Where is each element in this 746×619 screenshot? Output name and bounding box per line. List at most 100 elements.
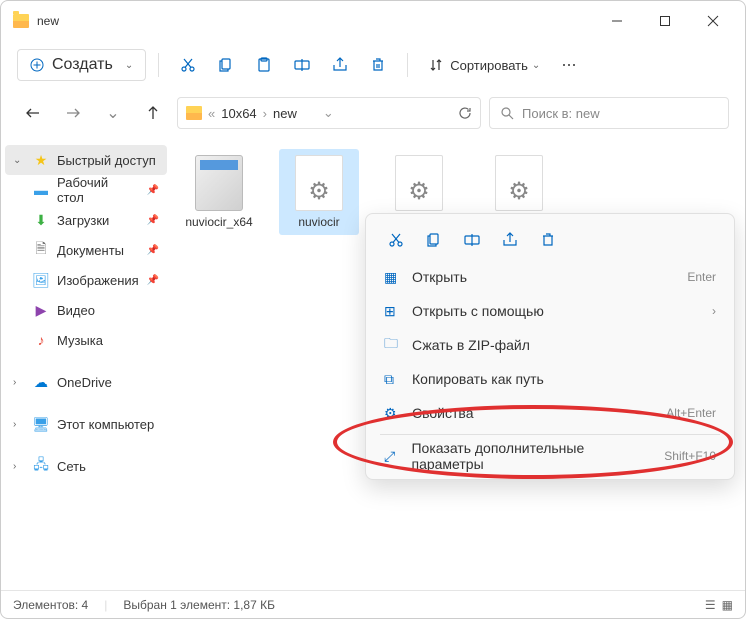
file-item[interactable] (379, 149, 459, 221)
file-item-selected[interactable]: nuviocir (279, 149, 359, 235)
close-button[interactable] (693, 5, 733, 37)
cloud-icon: ☁ (33, 374, 49, 390)
cfg-icon (395, 155, 443, 211)
sidebar-item-pictures[interactable]: 🖼 Изображения 📌 (5, 265, 167, 295)
pictures-icon: 🖼 (33, 272, 49, 288)
more-button[interactable] (552, 49, 586, 81)
context-menu: ▦ Открыть Enter ⊞ Открыть с помощью › 🗀 … (365, 213, 735, 480)
sidebar-item-video[interactable]: ▶ Видео (5, 295, 167, 325)
sidebar-item-music[interactable]: ♪ Музыка (5, 325, 167, 355)
share-button[interactable] (492, 224, 528, 256)
exe-icon (195, 155, 243, 211)
sidebar: ⌄ ★ Быстрый доступ ▬ Рабочий стол 📌 ⬇ За… (1, 137, 171, 597)
ctx-label: Сжать в ZIP-файл (412, 337, 530, 353)
expand-icon: ⤢ (384, 448, 399, 465)
recent-button[interactable]: ⌄ (97, 97, 129, 129)
cfg-icon (495, 155, 543, 211)
ctx-show-more[interactable]: ⤢ Показать дополнительные параметры Shif… (372, 439, 728, 473)
status-bar: Элементов: 4 | Выбран 1 элемент: 1,87 КБ… (1, 590, 745, 618)
sidebar-label: OneDrive (57, 375, 112, 390)
back-button[interactable] (17, 97, 49, 129)
minimize-button[interactable] (597, 5, 637, 37)
chevron-down-icon: ⌄ (532, 60, 540, 71)
file-item[interactable] (479, 149, 559, 221)
address-part[interactable]: 10x64 (221, 106, 256, 121)
pin-icon: 📌 (147, 275, 159, 286)
shortcut: Shift+F10 (664, 449, 716, 463)
ctx-copy-path[interactable]: ⧉ Копировать как путь (372, 362, 728, 396)
ctx-label: Открыть с помощью (412, 303, 544, 319)
sidebar-item-this-pc[interactable]: › 🖥 Этот компьютер (5, 409, 167, 439)
ctx-properties[interactable]: ⚙ Свойства Alt+Enter (372, 396, 728, 430)
sort-label: Сортировать (450, 58, 528, 73)
titlebar: new (1, 1, 745, 41)
folder-icon (186, 106, 202, 120)
chevron-right-icon: › (13, 419, 25, 430)
search-input[interactable]: Поиск в: new (489, 97, 729, 129)
rename-button[interactable] (454, 224, 490, 256)
open-with-icon: ⊞ (384, 303, 400, 320)
maximize-button[interactable] (645, 5, 685, 37)
ctx-open-with[interactable]: ⊞ Открыть с помощью › (372, 294, 728, 328)
sidebar-label: Изображения (57, 273, 139, 288)
folder-icon (13, 14, 29, 28)
copy-button[interactable] (209, 49, 243, 81)
sidebar-label: Загрузки (57, 213, 109, 228)
new-button[interactable]: Создать ⌄ (17, 49, 146, 81)
separator (158, 53, 159, 77)
file-item[interactable]: nuviocir_x64 (179, 149, 259, 235)
open-icon: ▦ (384, 269, 400, 286)
ctx-label: Свойства (412, 405, 473, 421)
toolbar: Создать ⌄ Сортировать ⌄ (1, 41, 745, 89)
ctx-compress-zip[interactable]: 🗀 Сжать в ZIP-файл (372, 328, 728, 362)
chevron-right-icon: › (712, 304, 716, 318)
file-name: nuviocir (298, 215, 339, 229)
up-button[interactable] (137, 97, 169, 129)
sidebar-label: Сеть (57, 459, 86, 474)
forward-button[interactable] (57, 97, 89, 129)
delete-button[interactable] (361, 49, 395, 81)
cfg-icon (295, 155, 343, 211)
view-icons-button[interactable]: ▦ (722, 598, 733, 612)
share-button[interactable] (323, 49, 357, 81)
pc-icon: 🖥 (33, 416, 49, 432)
sidebar-item-network[interactable]: › 🖧 Сеть (5, 451, 167, 481)
zip-icon: 🗀 (384, 333, 400, 357)
context-toolbar (372, 220, 728, 260)
view-details-button[interactable]: ☰ (705, 598, 716, 612)
pin-icon: 📌 (147, 245, 159, 256)
pin-icon: 📌 (147, 215, 159, 226)
copy-path-icon: ⧉ (384, 371, 400, 388)
file-name: nuviocir_x64 (185, 215, 252, 229)
sidebar-item-downloads[interactable]: ⬇ Загрузки 📌 (5, 205, 167, 235)
sidebar-label: Музыка (57, 333, 103, 348)
ctx-label: Открыть (412, 269, 467, 285)
paste-button[interactable] (247, 49, 281, 81)
address-part[interactable]: new (273, 106, 297, 121)
cut-button[interactable] (171, 49, 205, 81)
copy-button[interactable] (416, 224, 452, 256)
chevron-down-icon: ⌄ (13, 155, 25, 166)
sidebar-label: Быстрый доступ (57, 153, 156, 168)
refresh-button[interactable] (458, 106, 472, 120)
sidebar-item-documents[interactable]: 🗎 Документы 📌 (5, 235, 167, 265)
ctx-open[interactable]: ▦ Открыть Enter (372, 260, 728, 294)
window-title: new (37, 14, 59, 28)
cut-button[interactable] (378, 224, 414, 256)
file-explorer-window: new Создать ⌄ (0, 0, 746, 619)
sidebar-item-quick-access[interactable]: ⌄ ★ Быстрый доступ (5, 145, 167, 175)
sort-button[interactable]: Сортировать ⌄ (420, 49, 548, 81)
status-count: Элементов: 4 (13, 598, 88, 612)
delete-button[interactable] (530, 224, 566, 256)
status-selection: Выбран 1 элемент: 1,87 КБ (123, 598, 275, 612)
sidebar-item-desktop[interactable]: ▬ Рабочий стол 📌 (5, 175, 167, 205)
chevron-right-icon: › (13, 377, 25, 388)
address-bar[interactable]: « 10x64 › new ⌄ (177, 97, 481, 129)
music-icon: ♪ (33, 332, 49, 348)
sidebar-item-onedrive[interactable]: › ☁ OneDrive (5, 367, 167, 397)
chevron-down-icon[interactable]: ⌄ (323, 105, 334, 121)
search-placeholder: Поиск в: new (522, 106, 600, 121)
desktop-icon: ▬ (33, 182, 49, 198)
sidebar-label: Этот компьютер (57, 417, 154, 432)
rename-button[interactable] (285, 49, 319, 81)
